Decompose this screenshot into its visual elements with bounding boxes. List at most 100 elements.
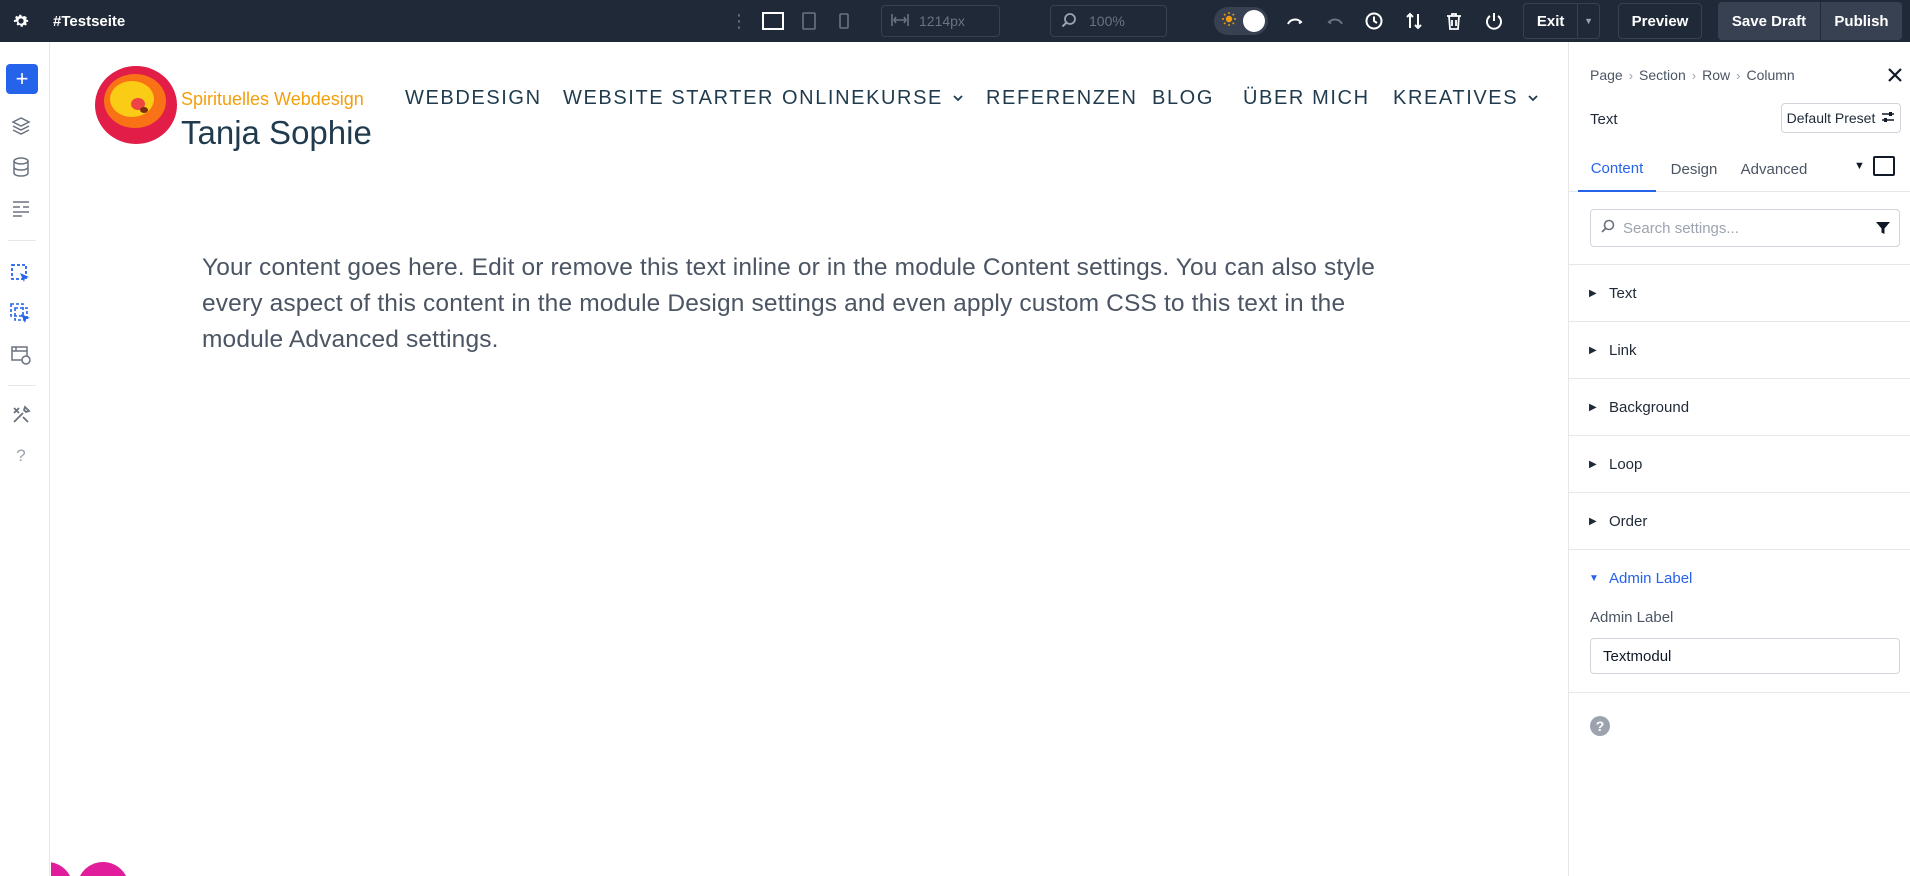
pointer-module-icon[interactable] [0, 259, 42, 289]
layout-icon[interactable] [0, 194, 42, 224]
group-text[interactable]: ▶ Text [1569, 264, 1910, 321]
expand-panel-icon[interactable] [1873, 156, 1895, 176]
preset-icon [1881, 110, 1895, 126]
floating-decoration [77, 862, 129, 876]
nav-item-label: WEBSITE STARTER [563, 86, 775, 109]
publish-button[interactable]: Publish [1821, 2, 1902, 40]
group-label: Order [1609, 512, 1648, 530]
layers-icon[interactable] [0, 111, 42, 141]
group-link[interactable]: ▶ Link [1569, 321, 1910, 378]
settings-search[interactable] [1590, 209, 1900, 247]
tab-design[interactable]: Design [1662, 146, 1726, 192]
undo-icon[interactable] [1281, 0, 1309, 42]
top-toolbar: #Testseite ⋮ 1214px 100% Exit ▼ Preview … [0, 0, 1910, 42]
group-loop[interactable]: ▶ Loop [1569, 435, 1910, 492]
phone-icon[interactable] [830, 0, 858, 42]
nav-item-label: KREATIVES [1393, 86, 1519, 109]
tools-icon[interactable] [0, 400, 42, 430]
sun-icon [1222, 11, 1236, 31]
nav-item-referenzen[interactable]: REFERENZEN [986, 80, 1138, 116]
site-logo[interactable] [94, 64, 178, 146]
nav-item-label: REFERENZEN [986, 86, 1138, 109]
exit-button[interactable]: Exit ▼ [1523, 3, 1600, 39]
nav-item-onlinekurse[interactable]: ONLINEKURSE [782, 80, 963, 116]
rail-divider [8, 240, 36, 241]
nav-item-label: ONLINEKURSE [782, 86, 943, 109]
page-title: #Testseite [53, 12, 126, 30]
nav-item-label: ÜBER MICH [1243, 86, 1370, 109]
admin-label-field-label: Admin Label [1590, 609, 1674, 626]
nav-item-ueber-mich[interactable]: ÜBER MICH [1243, 80, 1370, 116]
zoom-value: 100% [1089, 13, 1125, 29]
light-dark-toggle[interactable] [1214, 7, 1268, 35]
caret-down-icon[interactable]: ▼ [1854, 160, 1865, 172]
save-draft-button[interactable]: Save Draft [1718, 2, 1820, 40]
group-background[interactable]: ▶ Background [1569, 378, 1910, 435]
brand-name: Tanja Sophie [181, 114, 372, 151]
preview-button[interactable]: Preview [1618, 3, 1702, 39]
module-title: Text [1590, 111, 1618, 128]
group-order[interactable]: ▶ Order [1569, 492, 1910, 549]
left-toolbar: + ? [0, 42, 50, 876]
chevron-right-icon: › [1691, 67, 1697, 83]
tablet-icon[interactable] [795, 0, 823, 42]
breadcrumb-row[interactable]: Row [1702, 67, 1730, 83]
admin-label-input[interactable] [1590, 638, 1900, 674]
breadcrumb-page[interactable]: Page [1590, 67, 1623, 83]
caret-right-icon: ▶ [1589, 458, 1597, 470]
database-icon[interactable] [0, 152, 42, 182]
settings-panel: Page › Section › Row › Column Text Defau… [1568, 42, 1910, 876]
chevron-down-icon [1528, 95, 1538, 102]
plus-icon[interactable]: + [6, 64, 38, 94]
group-admin-label[interactable]: ▼ Admin Label [1569, 549, 1910, 606]
group-label: Admin Label [1609, 569, 1693, 587]
breadcrumb: Page › Section › Row › Column [1590, 67, 1795, 83]
tab-advanced[interactable]: Advanced [1734, 146, 1814, 192]
redo-icon[interactable] [1321, 0, 1349, 42]
group-label: Text [1609, 284, 1637, 302]
rail-divider [8, 385, 36, 386]
chevron-right-icon: › [1736, 67, 1741, 83]
zoom-icon [1061, 12, 1077, 31]
power-icon[interactable] [1480, 0, 1508, 42]
help-icon[interactable]: ? [1590, 716, 1610, 736]
filter-icon[interactable] [1875, 220, 1891, 236]
text-module-content[interactable]: Your content goes here. Edit or remove t… [202, 250, 1432, 358]
chevron-right-icon: › [1628, 67, 1634, 83]
group-label: Link [1609, 341, 1637, 359]
breadcrumb-column[interactable]: Column [1746, 67, 1794, 83]
tab-content[interactable]: Content [1578, 146, 1656, 192]
gear-icon[interactable] [8, 0, 34, 42]
exit-dropdown-icon[interactable]: ▼ [1577, 4, 1599, 38]
preset-label: Default Preset [1786, 110, 1876, 126]
zoom-field[interactable]: 100% [1050, 5, 1167, 37]
toggle-knob [1243, 10, 1265, 32]
kebab-icon[interactable]: ⋮ [730, 0, 748, 42]
portability-icon[interactable] [0, 340, 42, 370]
sort-icon[interactable] [1400, 0, 1428, 42]
caret-right-icon: ▶ [1589, 401, 1597, 413]
pointer-modules-icon[interactable] [0, 299, 42, 329]
breadcrumb-section[interactable]: Section [1639, 67, 1686, 83]
desktop-icon[interactable] [759, 0, 787, 42]
search-input[interactable] [1623, 219, 1863, 237]
help-icon[interactable]: ? [0, 441, 42, 471]
nav-item-website-starter[interactable]: WEBSITE STARTER [563, 80, 774, 116]
preset-button[interactable]: Default Preset [1781, 103, 1901, 133]
trash-icon[interactable] [1440, 0, 1468, 42]
page-canvas: Spirituelles Webdesign Tanja Sophie WEBD… [51, 42, 1568, 876]
close-icon[interactable] [1885, 65, 1905, 85]
nav-item-webdesign[interactable]: WEBDESIGN [405, 80, 542, 116]
nav-item-label: BLOG [1152, 86, 1214, 109]
chevron-down-icon [953, 95, 963, 102]
canvas-width-field[interactable]: 1214px [881, 5, 1000, 37]
width-icon [891, 13, 909, 30]
panel-divider [1569, 692, 1910, 693]
nav-item-kreatives[interactable]: KREATIVES [1393, 80, 1538, 116]
caret-down-icon: ▼ [1589, 572, 1599, 584]
exit-label: Exit [1536, 12, 1565, 30]
nav-item-blog[interactable]: BLOG [1152, 80, 1214, 116]
history-icon[interactable] [1360, 0, 1388, 42]
caret-right-icon: ▶ [1589, 515, 1597, 527]
nav-item-label: WEBDESIGN [405, 86, 542, 109]
